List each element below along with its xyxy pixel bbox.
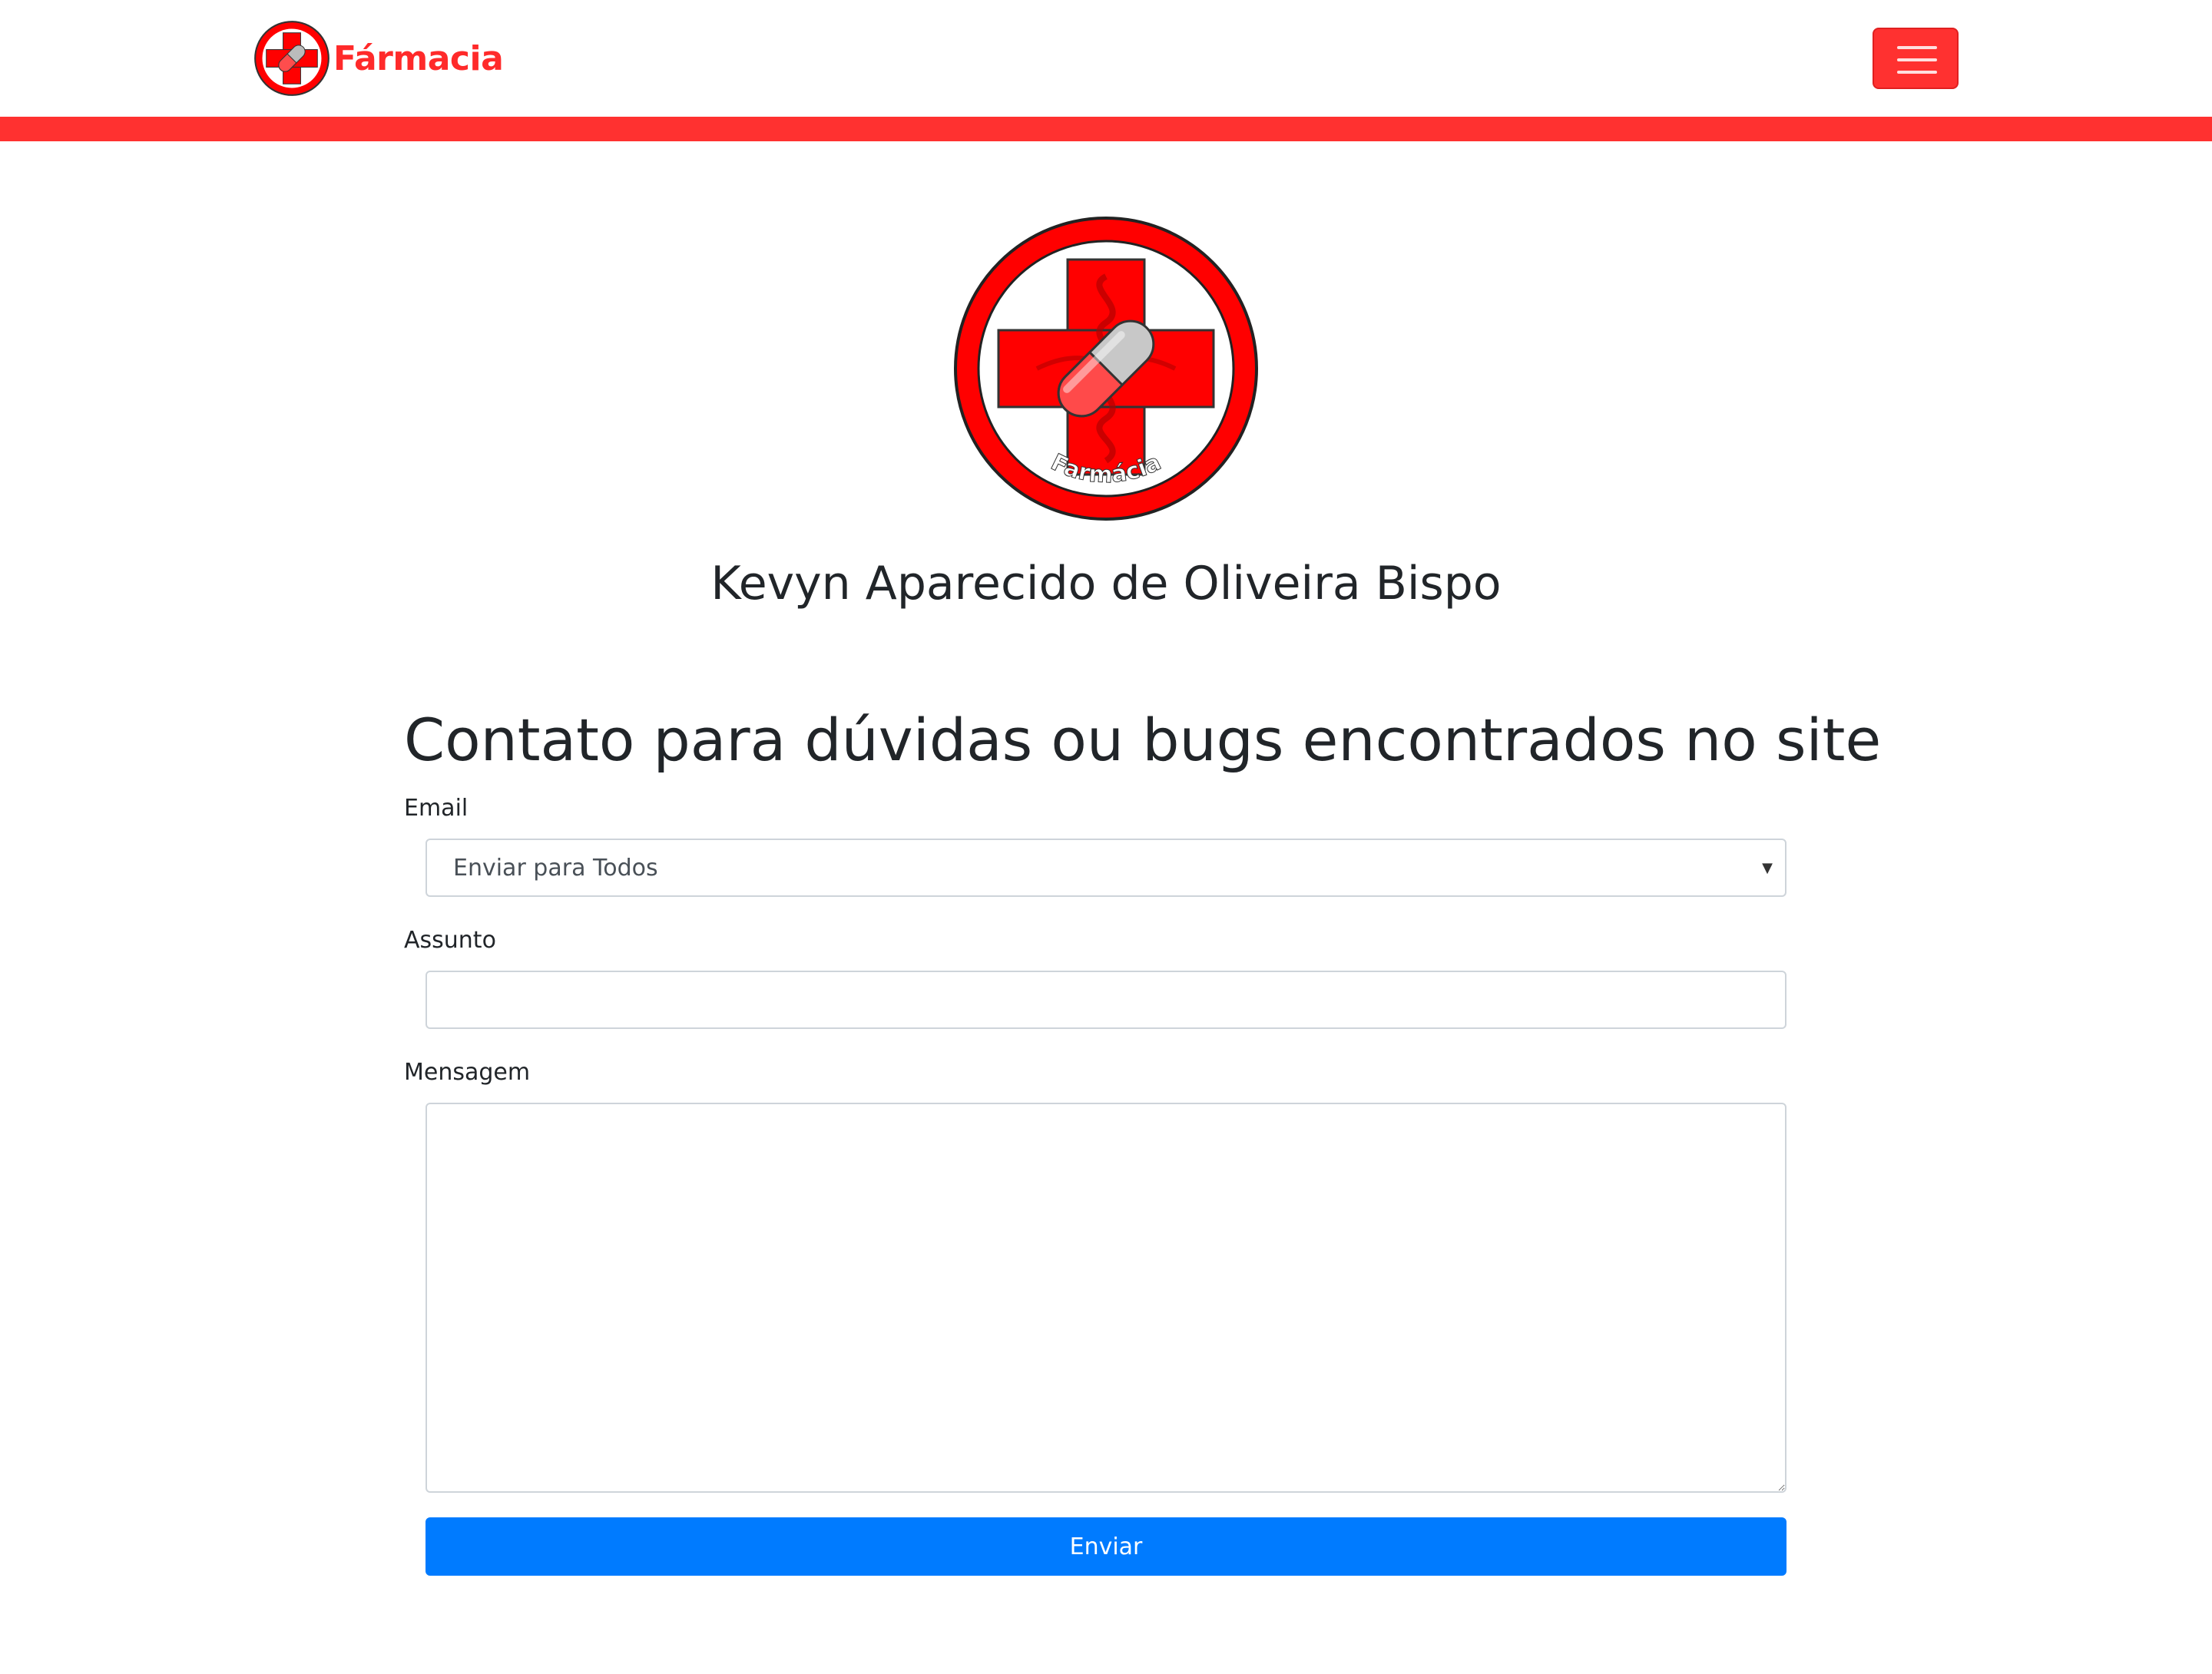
contact-section-title: Contato para dúvidas ou bugs encontrados…: [404, 706, 1882, 774]
message-textarea[interactable]: [426, 1103, 1786, 1493]
email-label: Email: [404, 795, 469, 822]
menu-toggle-button[interactable]: [1873, 28, 1959, 89]
submit-button[interactable]: Enviar: [426, 1517, 1786, 1576]
message-label: Mensagem: [404, 1059, 531, 1086]
pharmacy-logo-icon: Farmácia: [954, 217, 1258, 521]
brand-logo-icon: [254, 21, 329, 96]
subject-input[interactable]: [426, 971, 1786, 1029]
brand-name: Fármacia: [333, 38, 504, 78]
brand-link[interactable]: Fármacia: [252, 18, 504, 98]
hamburger-icon: [1897, 45, 1937, 75]
chevron-down-icon: ▼: [1762, 860, 1773, 876]
email-recipient-select[interactable]: Enviar para Todos ▼: [426, 839, 1786, 897]
subject-label: Assunto: [404, 927, 496, 954]
navbar-accent-bar: [0, 117, 2212, 141]
email-select-value: Enviar para Todos: [453, 854, 658, 882]
navbar: Fármacia: [0, 0, 2212, 117]
owner-name: Kevyn Aparecido de Oliveira Bispo: [710, 557, 1502, 610]
